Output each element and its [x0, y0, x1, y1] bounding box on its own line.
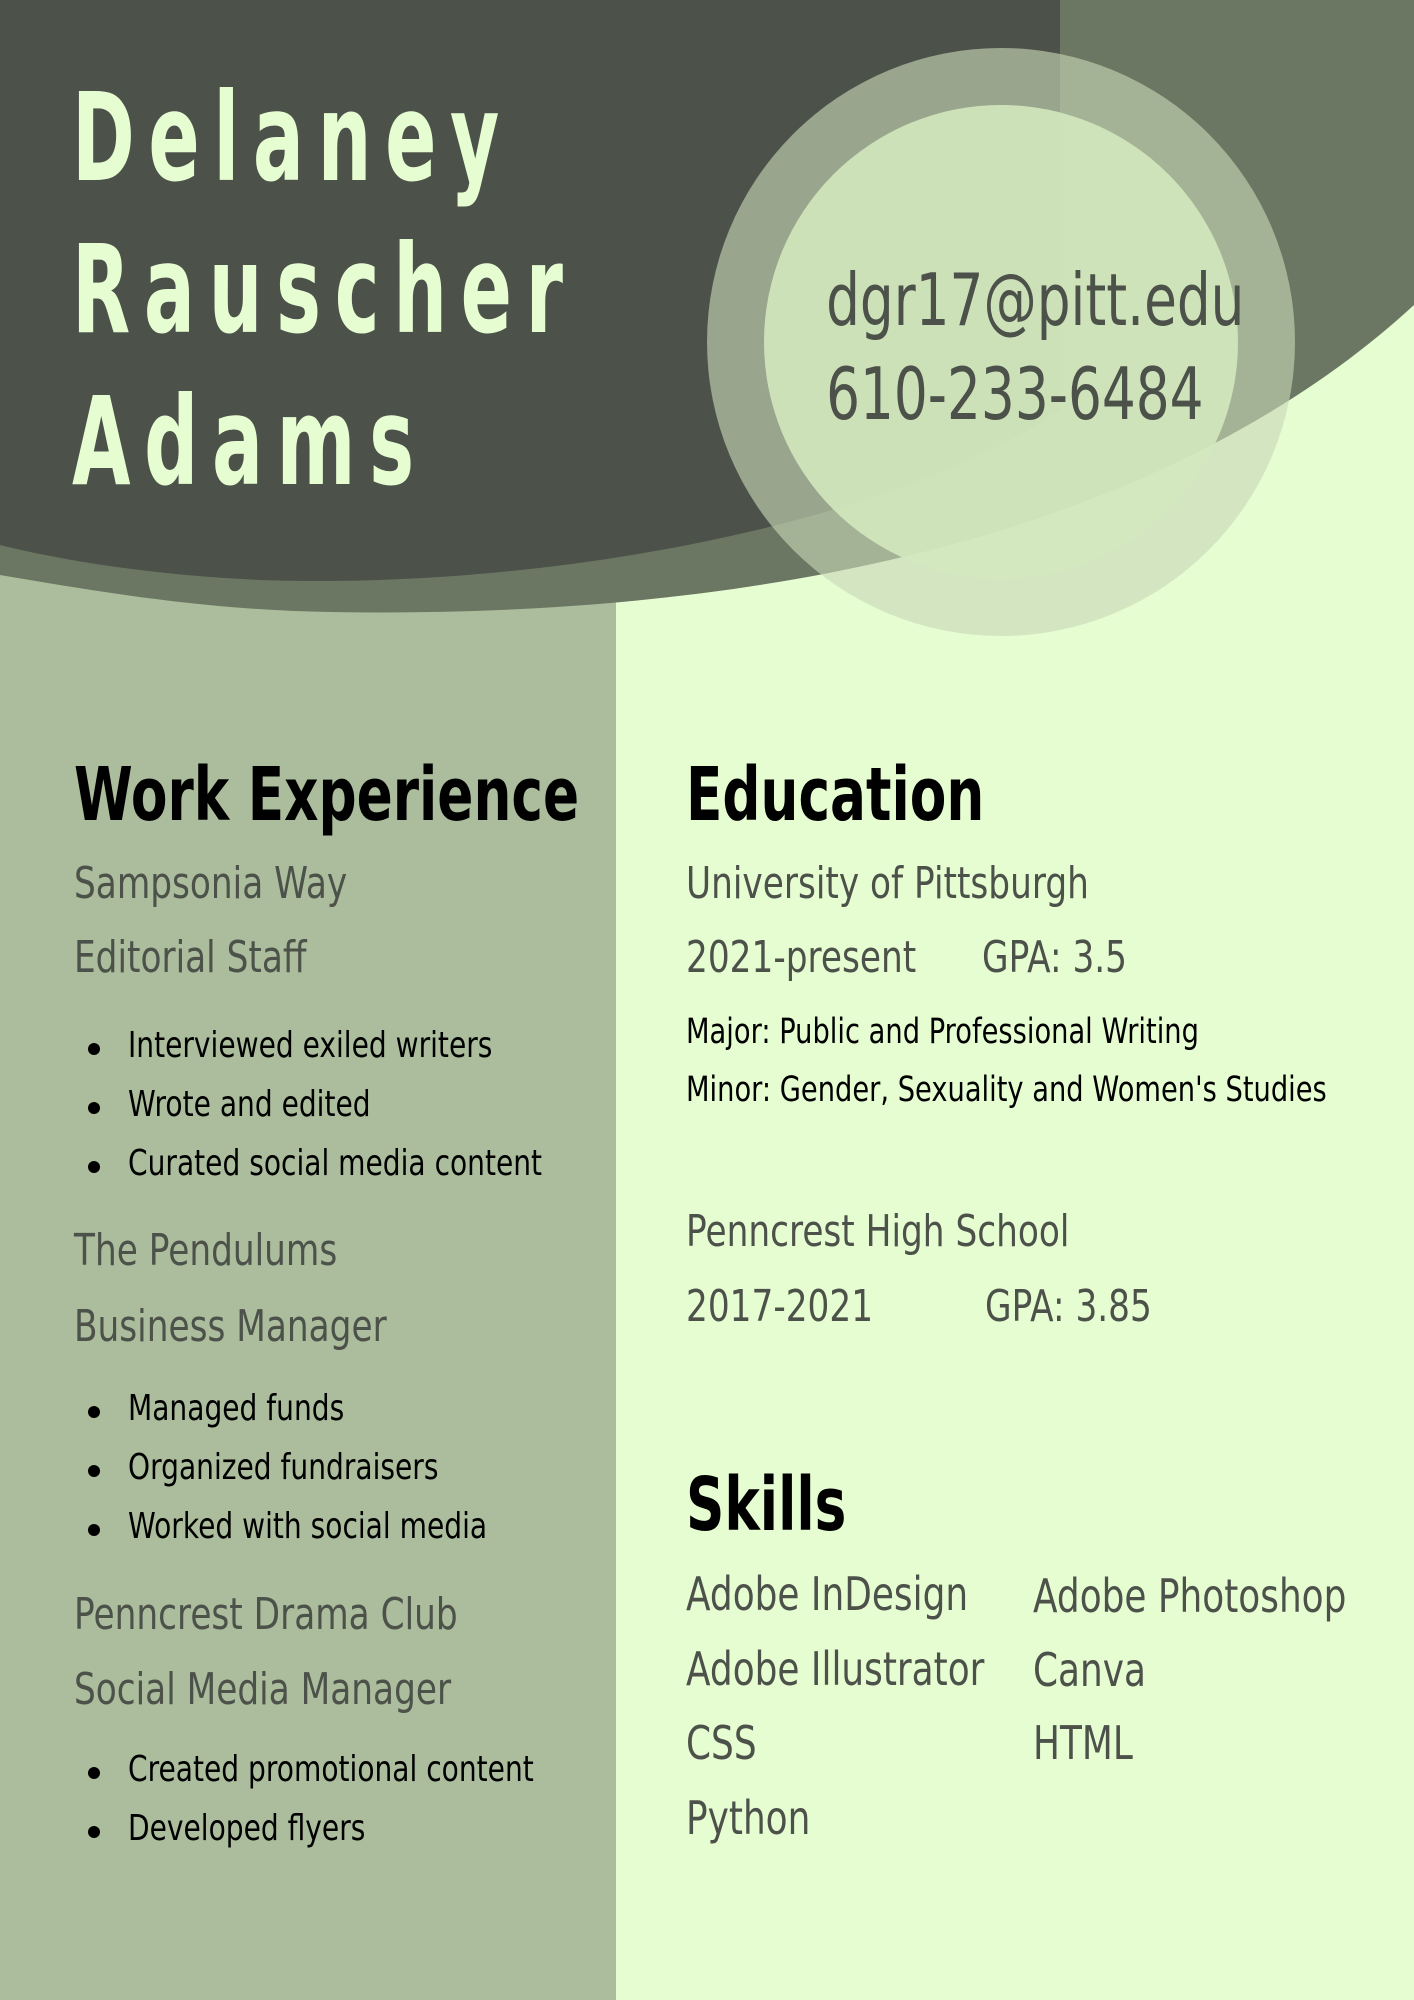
school-major: Major: Public and Professional Writing	[686, 1012, 1199, 1052]
skill-item: Adobe Illustrator	[686, 1642, 985, 1696]
bullet-dot	[88, 1465, 100, 1477]
school-years-1: 2021-present	[686, 932, 917, 983]
candidate-name: Delaney Rauscher Adams	[72, 62, 712, 518]
school-name-1: University of Pittsburgh	[686, 858, 1089, 909]
job-role-3: Social Media Manager	[74, 1664, 452, 1715]
bullet-dot	[88, 1102, 100, 1114]
job-role-1: Editorial Staff	[74, 932, 307, 983]
email-address[interactable]: dgr17@pitt.edu	[826, 253, 1244, 347]
name-first: Delaney	[72, 67, 513, 209]
name-last: Adams	[72, 371, 428, 513]
skill-item: Canva	[1033, 1643, 1147, 1697]
bullet-dot	[88, 1767, 100, 1779]
job-2-bullet-2: Organized fundraisers	[128, 1447, 439, 1488]
work-experience-title: Work Experience	[74, 752, 580, 838]
job-3-bullet-2: Developed flyers	[128, 1808, 366, 1849]
skill-item: Adobe InDesign	[686, 1567, 969, 1621]
job-1-bullet-2: Wrote and edited	[128, 1084, 371, 1125]
school-years-2: 2017-2021	[686, 1281, 874, 1332]
job-org-2: The Pendulums	[74, 1225, 338, 1276]
job-2-bullet-3: Worked with social media	[128, 1506, 488, 1547]
bullet-dot	[88, 1161, 100, 1173]
skill-item: Adobe Photoshop	[1033, 1569, 1347, 1623]
skills-title: Skills	[686, 1462, 847, 1548]
skill-item: CSS	[686, 1716, 757, 1770]
bullet-dot	[88, 1524, 100, 1536]
name-middle: Rauscher	[72, 219, 577, 361]
skill-item: HTML	[1033, 1716, 1133, 1770]
bullet-dot	[88, 1826, 100, 1838]
education-title: Education	[686, 752, 985, 838]
job-org-1: Sampsonia Way	[74, 858, 348, 909]
bullet-dot	[88, 1406, 100, 1418]
bullet-dot	[88, 1043, 100, 1055]
job-1-bullet-1: Interviewed exiled writers	[128, 1025, 493, 1066]
phone-number[interactable]: 610-233-6484	[826, 347, 1203, 441]
job-2-bullet-1: Managed funds	[128, 1388, 345, 1429]
skill-item: Python	[686, 1791, 811, 1845]
school-minor: Minor: Gender, Sexuality and Women's Stu…	[686, 1070, 1327, 1110]
contact-info: dgr17@pitt.edu 610-233-6484	[765, 253, 1244, 441]
school-gpa-1: GPA: 3.5	[982, 932, 1128, 983]
job-org-3: Penncrest Drama Club	[74, 1589, 458, 1640]
school-name-2: Penncrest High School	[686, 1206, 1070, 1257]
job-role-2: Business Manager	[74, 1301, 387, 1352]
school-gpa-2: GPA: 3.85	[985, 1281, 1152, 1332]
job-1-bullet-3: Curated social media content	[128, 1143, 543, 1184]
job-3-bullet-1: Created promotional content	[128, 1749, 534, 1790]
